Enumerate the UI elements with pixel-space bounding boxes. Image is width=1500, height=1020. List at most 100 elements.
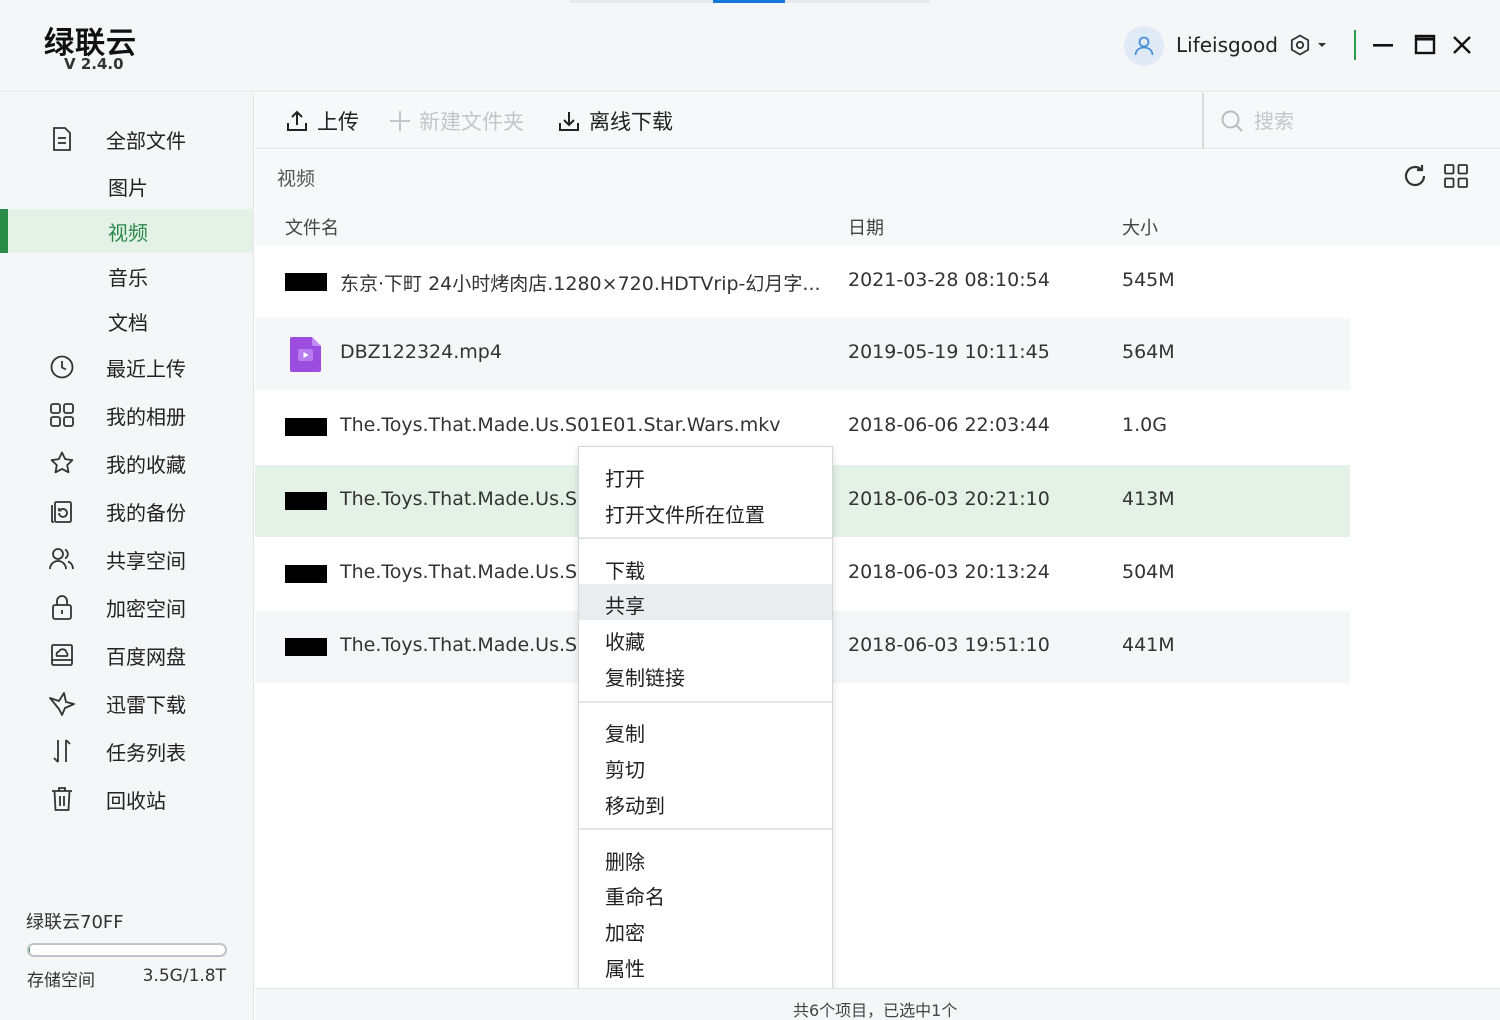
clock-icon [48,353,76,381]
trash-icon [48,785,76,813]
sidebar-item-recycle-bin[interactable]: 回收站 [0,777,253,821]
menu-item-label: 收藏 [605,630,645,654]
download-icon [559,112,579,131]
settings-dropdown[interactable] [1288,33,1328,57]
sidebar-item-label: 百度网盘 [106,644,186,669]
file-size: 413M [1122,488,1175,510]
file-date: 2019-05-19 10:11:45 [848,341,1050,363]
video-thumbnail [285,492,327,510]
sidebar-item-xunlei-download[interactable]: 迅雷下载 [0,681,253,725]
file-name: The.Toys.That.Made.Us.S01E [340,634,614,656]
sidebar-item-favorites[interactable]: 我的收藏 [0,441,253,485]
device-name: 绿联云70FF [26,912,124,933]
breadcrumb: 视频 [277,168,316,190]
menu-item-label: 删除 [605,850,645,874]
offline-download-button[interactable]: 离线下载 [557,93,673,149]
sidebar-item-label: 回收站 [106,788,166,813]
menu-item-label: 剪切 [605,758,645,782]
menu-item-share[interactable]: 共享 [579,584,832,620]
top-tab-active-indicator[interactable] [713,0,785,3]
title-bar: 绿联云 V 2.4.0 Lifeisgood [0,0,1500,92]
plus-icon [390,111,410,131]
sidebar-item-music[interactable]: 音乐 [0,254,253,298]
upload-button[interactable]: 上传 [285,93,359,149]
refresh-icon[interactable] [1401,162,1429,190]
menu-item-label: 复制 [605,722,645,746]
menu-item-cut[interactable]: 剪切 [579,748,832,784]
app-version: V 2.4.0 [64,55,124,73]
storage-progress-bar [27,943,227,957]
video-file-icon [290,337,321,372]
sidebar-item-label: 全部文件 [106,128,186,153]
sidebar-item-baidu-netdisk[interactable]: 百度网盘 [0,633,253,677]
context-menu: 打开 打开文件所在位置 下载 共享 收藏 复制链接 复制 剪切 移动到 删除 重… [578,446,833,994]
menu-item-encrypt[interactable]: 加密 [579,911,832,947]
minimize-button[interactable] [1368,30,1398,60]
sidebar-item-label: 我的相册 [106,404,186,429]
menu-divider [579,828,832,830]
menu-item-label: 下载 [605,559,645,583]
menu-item-copy-link[interactable]: 复制链接 [579,656,832,692]
search-icon [1221,110,1243,132]
column-header-date[interactable]: 日期 [848,214,884,240]
users-icon [48,545,76,573]
menu-item-label: 共享 [605,594,645,618]
document-icon [48,125,76,153]
table-row[interactable]: 东京·下町 24小时烤肉店.1280×720.HDTVrip-幻月字... 20… [255,246,1350,318]
sidebar-item-videos[interactable]: 视频 [0,209,253,253]
sidebar-item-label: 我的收藏 [106,452,186,477]
file-name: The.Toys.That.Made.Us.S01E01.Star.Wars.m… [340,414,781,436]
user-icon [1134,36,1154,56]
sidebar-item-albums[interactable]: 我的相册 [0,393,253,437]
sidebar-item-pictures[interactable]: 图片 [0,164,253,208]
menu-divider [579,537,832,539]
maximize-button[interactable] [1410,30,1440,60]
menu-item-move-to[interactable]: 移动到 [579,784,832,820]
menu-item-download[interactable]: 下载 [579,549,832,585]
menu-item-label: 打开 [605,467,645,491]
sidebar-item-all-files[interactable]: 全部文件 [0,117,253,161]
menu-item-open-location[interactable]: 打开文件所在位置 [579,493,832,529]
search-input[interactable] [1254,109,1474,133]
sidebar-item-label: 最近上传 [106,356,186,381]
sidebar-item-documents[interactable]: 文档 [0,299,253,343]
sidebar-item-label: 文档 [108,310,148,335]
file-name: The.Toys.That.Made.Us.S01E [340,561,614,583]
menu-item-properties[interactable]: 属性 [579,947,832,983]
sidebar-item-recent-uploads[interactable]: 最近上传 [0,345,253,389]
file-name: The.Toys.That.Made.Us.S01E [340,488,614,510]
video-thumbnail [285,638,327,656]
sidebar-item-label: 音乐 [108,265,148,290]
menu-item-label: 重命名 [605,885,665,909]
settings-icon [1290,34,1310,56]
close-button[interactable] [1447,30,1477,60]
search-box [1202,93,1500,149]
username[interactable]: Lifeisgood [1176,33,1278,57]
column-header-size[interactable]: 大小 [1122,214,1158,240]
sidebar-item-backups[interactable]: 我的备份 [0,489,253,533]
sidebar-item-label: 加密空间 [106,596,186,621]
sidebar-item-shared-space[interactable]: 共享空间 [0,537,253,581]
avatar[interactable] [1124,26,1164,66]
new-folder-label: 新建文件夹 [419,110,524,134]
backup-icon [48,497,76,525]
grid-view-icon[interactable] [1443,163,1469,189]
menu-item-open[interactable]: 打开 [579,457,832,493]
status-bar: 共6个项目，已选中1个 [255,988,1500,1020]
menu-item-favorite[interactable]: 收藏 [579,620,832,656]
file-size: 504M [1122,561,1175,583]
menu-item-copy[interactable]: 复制 [579,712,832,748]
sidebar-item-encrypted-space[interactable]: 加密空间 [0,585,253,629]
maximize-icon [1414,34,1436,55]
title-separator [1354,30,1356,60]
menu-item-label: 属性 [605,957,645,981]
video-thumbnail [285,273,327,291]
menu-item-rename[interactable]: 重命名 [579,875,832,911]
sidebar-item-task-list[interactable]: 任务列表 [0,729,253,773]
table-row[interactable]: DBZ122324.mp4 2019-05-19 10:11:45 564M [255,318,1350,390]
menu-item-delete[interactable]: 删除 [579,840,832,876]
status-text: 共6个项目，已选中1个 [793,1001,958,1020]
bird-icon [48,689,76,717]
column-header-name[interactable]: 文件名 [285,214,339,240]
new-folder-button[interactable]: 新建文件夹 [389,93,524,149]
